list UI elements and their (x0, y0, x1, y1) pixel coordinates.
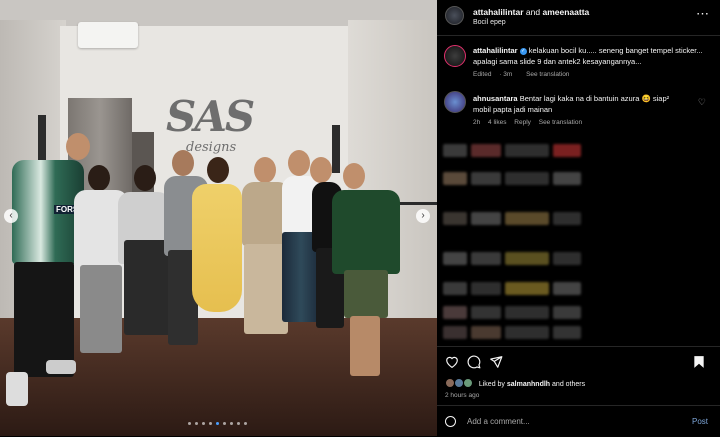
comment-likes[interactable]: 4 likes (488, 119, 506, 126)
blurred-comment-block (505, 306, 549, 319)
blurred-comment-block (505, 326, 549, 339)
reply-button[interactable]: Reply (514, 119, 531, 126)
carousel-dot (244, 422, 247, 425)
blurred-comment-block (553, 252, 581, 265)
comment-meta: 2h 4 likes Reply See translation (473, 117, 683, 128)
blurred-comment-block (505, 144, 549, 157)
save-bookmark-icon[interactable] (693, 355, 705, 369)
collab-username[interactable]: ameenaatta (542, 7, 589, 17)
blurred-comment-block (553, 172, 581, 185)
carousel-dot (237, 422, 240, 425)
liked-by: Liked by salmanhndlh and others (445, 378, 585, 388)
blurred-comment-block (553, 326, 581, 339)
blurred-comment-block (553, 144, 581, 157)
more-options-icon[interactable]: ⋯ (696, 6, 710, 22)
blurred-comment-block (471, 282, 501, 295)
liked-prefix: Liked by (478, 381, 505, 388)
liker-avatar (462, 378, 473, 388)
action-bar (437, 346, 720, 377)
post-authors: attahalilintar and ameenaatta (473, 7, 589, 17)
comment-see-translation[interactable]: See translation (539, 119, 582, 126)
blurred-comment-block (553, 212, 581, 225)
like-heart-icon[interactable] (445, 355, 459, 368)
blurred-comment-block (443, 144, 467, 157)
add-comment-row: Post (437, 405, 720, 437)
blurred-comment-block (505, 172, 549, 185)
blurred-comment-block (471, 144, 501, 157)
caption-meta: Edited · 3m See translation (473, 71, 570, 78)
comment-bubble-icon[interactable] (467, 355, 481, 369)
carousel-indicator (188, 422, 247, 425)
blurred-comment-block (443, 306, 467, 319)
wall-speaker (332, 125, 340, 173)
blurred-comment-block (471, 212, 501, 225)
post-photo[interactable]: SAS designs FORSA ‹ › (0, 0, 437, 436)
emoji-icon[interactable] (445, 416, 456, 427)
blurred-comment-block (553, 306, 581, 319)
blurred-comment-block (553, 282, 581, 295)
caption-author-avatar[interactable] (444, 45, 466, 67)
caption-age: 3m (503, 71, 513, 78)
wall-speaker (38, 115, 46, 163)
post-subtitle[interactable]: Bocil epep (473, 19, 506, 26)
blurred-comment-block (443, 282, 467, 295)
liked-user[interactable]: salmanhndlh (507, 381, 550, 388)
blurred-comment-block (443, 172, 467, 185)
share-paper-plane-icon[interactable] (489, 355, 503, 369)
carousel-dot (223, 422, 226, 425)
comment-age: 2h (473, 119, 481, 126)
carousel-dot (209, 422, 212, 425)
sas-logo: SAS (166, 92, 255, 141)
blurred-comment-block (505, 252, 549, 265)
blurred-comment-block (471, 306, 501, 319)
caption-see-translation[interactable]: See translation (526, 71, 569, 78)
blurred-comment-block (471, 326, 501, 339)
carousel-dot (216, 422, 219, 425)
author-username[interactable]: attahalilintar (473, 7, 524, 17)
sas-logo-subtitle: designs (186, 140, 237, 155)
liked-others[interactable]: and others (552, 381, 585, 388)
blurred-comment-block (505, 282, 549, 295)
carousel-dot (230, 422, 233, 425)
blurred-comment-block (443, 212, 467, 225)
next-slide-button[interactable]: › (416, 209, 430, 223)
previous-slide-button[interactable]: ‹ (4, 209, 18, 223)
caption-username[interactable]: attahalilintar (473, 46, 518, 55)
post-side-panel: attahalilintar and ameenaatta Bocil epep… (437, 0, 720, 436)
post-time[interactable]: 2 hours ago (445, 392, 479, 399)
post-header: attahalilintar and ameenaatta Bocil epep… (437, 0, 720, 36)
commenter-avatar[interactable] (444, 91, 466, 113)
post-comment-button[interactable]: Post (692, 417, 708, 426)
blurred-comment-block (443, 252, 467, 265)
edited-label: Edited (473, 71, 492, 78)
carousel-dot (202, 422, 205, 425)
comment: ahnusantara Bentar lagi kaka na di bantu… (473, 93, 683, 128)
blurred-comment-block (443, 326, 467, 339)
air-conditioner (78, 22, 138, 48)
add-comment-input[interactable] (467, 414, 677, 429)
blurred-comment-block (505, 212, 549, 225)
comment-username[interactable]: ahnusantara (473, 94, 518, 103)
carousel-dot (188, 422, 191, 425)
post-caption: attahalilintar ✓ kelakuan bocil ku..... … (473, 45, 713, 80)
blurred-comment-block (471, 252, 501, 265)
carousel-dot (195, 422, 198, 425)
author-avatar[interactable] (445, 6, 464, 25)
authors-joiner: and (525, 7, 541, 17)
verified-badge-icon: ✓ (519, 48, 527, 55)
blurred-comment-block (471, 172, 501, 185)
like-comment-heart-icon[interactable]: ♡ (698, 97, 706, 108)
